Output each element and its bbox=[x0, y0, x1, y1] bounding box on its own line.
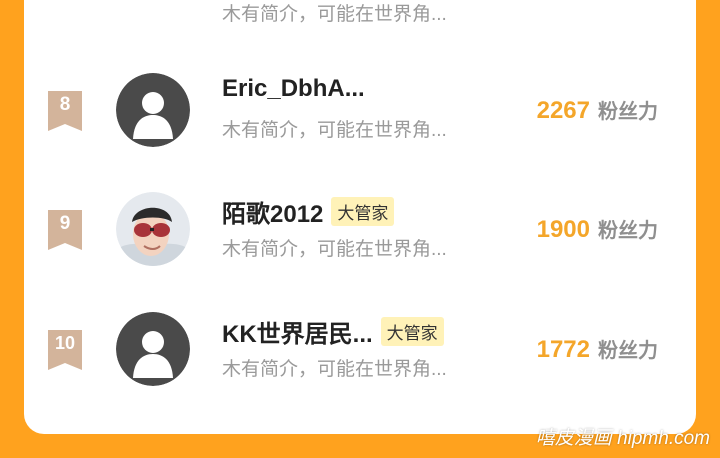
steward-badge: 大管家 bbox=[380, 317, 444, 346]
bio-text: 木有简介，可能在世界角... bbox=[222, 239, 447, 260]
rank-badge: 9 bbox=[48, 210, 82, 250]
list-item[interactable]: 10 KK世界居民... 大管家 木有简介，可能在世界角... 1772 粉丝力 bbox=[24, 304, 696, 394]
bio-text: 木有简介，可能在世界角... bbox=[222, 120, 447, 141]
score-value: 1772 bbox=[536, 336, 590, 363]
list-item[interactable]: 木有简介，可能在世界角... bbox=[24, 0, 696, 60]
score-value: 1900 bbox=[536, 216, 590, 243]
rank-number: 8 bbox=[59, 94, 71, 115]
fan-power-score: 1900 粉丝力 bbox=[537, 214, 658, 244]
list-item[interactable]: 9 陌歌2012 大管家 木有简介，可能在世界角... 1900 粉丝力 bbox=[24, 184, 696, 274]
bio-text: 木有简介，可能在世界角... bbox=[222, 359, 447, 380]
leaderboard-card: 木有简介，可能在世界角... 8 Eric_DbhA... 木有简介，可能在世界… bbox=[24, 0, 696, 434]
fan-power-score: 1772 粉丝力 bbox=[537, 334, 658, 364]
site-watermark: 嘻皮漫画 hipmh.com bbox=[535, 428, 710, 449]
username[interactable]: KK世界居民... bbox=[222, 314, 373, 349]
bio-text: 木有简介，可能在世界角... bbox=[222, 4, 447, 25]
username[interactable]: Eric_DbhA... bbox=[222, 75, 365, 103]
default-avatar-icon[interactable] bbox=[116, 312, 190, 386]
rank-badge: 8 bbox=[48, 91, 82, 131]
steward-badge: 大管家 bbox=[331, 197, 395, 226]
rank-number: 10 bbox=[54, 333, 76, 353]
fan-power-score: 2267 粉丝力 bbox=[537, 95, 658, 125]
rank-badge: 10 bbox=[48, 330, 82, 370]
default-avatar-icon[interactable] bbox=[116, 73, 190, 147]
score-label: 粉丝力 bbox=[598, 340, 658, 362]
score-value: 2267 bbox=[536, 97, 590, 124]
list-item[interactable]: 8 Eric_DbhA... 木有简介，可能在世界角... 2267 粉丝力 bbox=[24, 65, 696, 155]
username[interactable]: 陌歌2012 bbox=[222, 194, 323, 229]
user-photo[interactable] bbox=[116, 192, 190, 266]
score-label: 粉丝力 bbox=[598, 101, 658, 123]
rank-number: 9 bbox=[59, 213, 71, 234]
score-label: 粉丝力 bbox=[598, 220, 658, 242]
